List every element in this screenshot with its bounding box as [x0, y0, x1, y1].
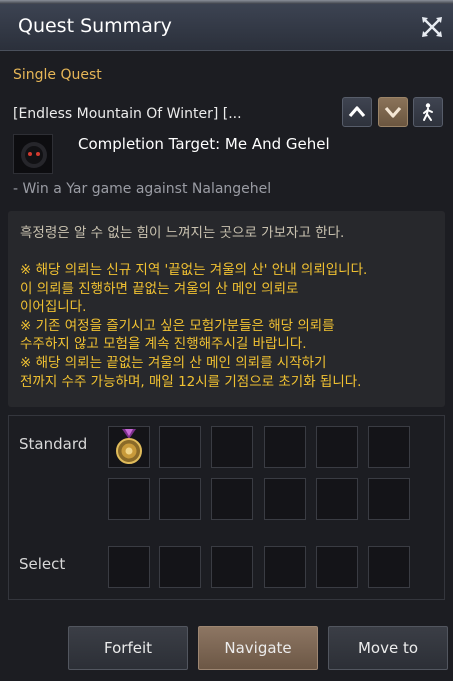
- crossed-swords-close-icon: [422, 17, 442, 37]
- description-text: 흑정령은 알 수 없는 힘이 느껴지는 곳으로 가보자고 한다.: [20, 225, 345, 241]
- select-reward-slot[interactable]: [211, 546, 253, 588]
- window-title: Quest Summary: [18, 15, 172, 37]
- notice-line: 수주하지 않고 모험을 계속 진행해주시길 바랍니다.: [20, 336, 307, 353]
- reward-slot-empty[interactable]: [316, 426, 358, 468]
- select-reward-slot[interactable]: [316, 546, 358, 588]
- quest-objective: - Win a Yar game against Nalangehel: [13, 181, 272, 197]
- select-reward-slot[interactable]: [368, 546, 410, 588]
- quest-type-label: Single Quest: [13, 67, 102, 83]
- reward-slot-empty[interactable]: [108, 478, 150, 520]
- target-portrait: [13, 134, 53, 174]
- reward-slot-empty[interactable]: [368, 426, 410, 468]
- walking-person-icon: [423, 103, 433, 121]
- forfeit-button[interactable]: Forfeit: [68, 626, 188, 670]
- title-bar[interactable]: Quest Summary: [0, 4, 453, 51]
- reward-slot-empty[interactable]: [264, 478, 306, 520]
- notice-line: 전까지 수주 가능하며, 매일 12시를 기점으로 초기화 됩니다.: [20, 373, 362, 390]
- reward-slot-empty[interactable]: [264, 426, 306, 468]
- reward-slot-empty[interactable]: [211, 478, 253, 520]
- chevron-up-icon: [348, 106, 366, 118]
- navigate-button[interactable]: Navigate: [198, 626, 318, 670]
- quest-name: [Endless Mountain Of Winter] [...: [13, 106, 242, 122]
- select-reward-slot[interactable]: [264, 546, 306, 588]
- standard-rewards-label: Standard: [19, 435, 88, 453]
- select-reward-slot[interactable]: [108, 546, 150, 588]
- collapse-button[interactable]: [342, 97, 372, 127]
- auto-path-button[interactable]: [413, 97, 443, 127]
- reward-slot-standard-item[interactable]: [108, 426, 150, 468]
- reward-slot-empty[interactable]: [211, 426, 253, 468]
- quest-description: 흑정령은 알 수 없는 힘이 느껴지는 곳으로 가보자고 한다. ※ 해당 의뢰…: [8, 211, 445, 407]
- rewards-panel: Standard Select: [8, 415, 445, 600]
- completion-target: Completion Target: Me And Gehel: [78, 135, 330, 153]
- notice-line: 이어집니다.: [20, 299, 87, 316]
- reward-slot-empty[interactable]: [368, 478, 410, 520]
- expand-button[interactable]: [378, 97, 408, 127]
- reward-slot-empty[interactable]: [159, 426, 201, 468]
- black-spirit-icon: [14, 135, 52, 173]
- notice-line: ※ 기존 여정을 즐기시고 싶은 모험가분들은 해당 의뢰를: [20, 317, 335, 334]
- description-notice: ※ 해당 의뢰는 신규 지역 '끝없는 겨울의 산' 안내 의뢰입니다. 이 의…: [20, 261, 440, 391]
- reward-slot-empty[interactable]: [316, 478, 358, 520]
- notice-line: ※ 해당 의뢰는 끝없는 겨울의 산 메인 의뢰를 시작하기: [20, 354, 327, 371]
- close-button[interactable]: [419, 14, 445, 40]
- reward-slot-empty[interactable]: [159, 478, 201, 520]
- chevron-down-icon: [384, 106, 402, 118]
- notice-line: ※ 해당 의뢰는 신규 지역 '끝없는 겨울의 산' 안내 의뢰입니다.: [20, 262, 368, 278]
- select-reward-slot[interactable]: [159, 546, 201, 588]
- notice-line: 이 의뢰를 진행하면 끝없는 겨울의 산 메인 의뢰로: [20, 280, 299, 297]
- move-to-button[interactable]: Move to: [328, 626, 448, 670]
- select-rewards-label: Select: [19, 555, 66, 573]
- medal-icon: [116, 429, 142, 464]
